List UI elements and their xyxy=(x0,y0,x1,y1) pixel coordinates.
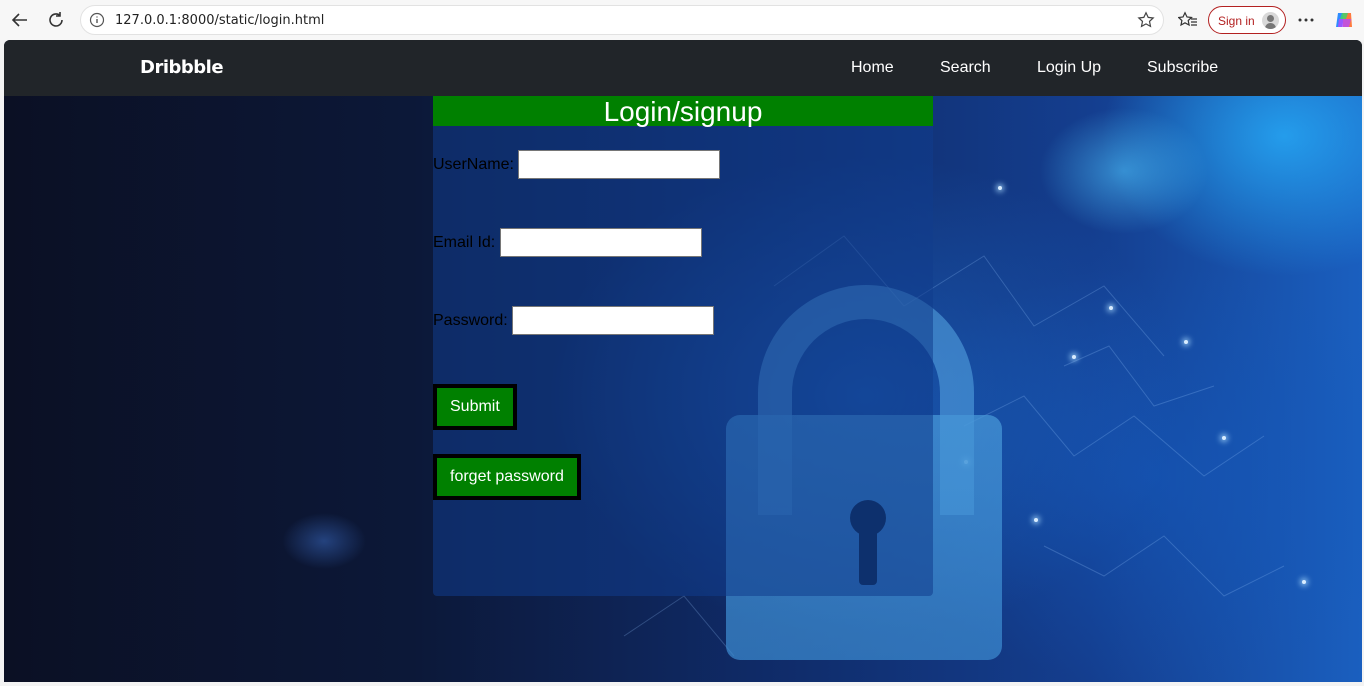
nav-link-subscribe[interactable]: Subscribe xyxy=(1147,59,1218,77)
brand-logo[interactable]: Dribbble xyxy=(140,57,224,78)
sparkle-decoration xyxy=(1184,340,1188,344)
forget-password-button[interactable]: forget password xyxy=(433,454,581,500)
navbar: Dribbble Home Search Login Up Subscribe xyxy=(4,40,1362,96)
email-input[interactable] xyxy=(500,228,702,257)
password-input[interactable] xyxy=(512,306,714,335)
sparkle-decoration xyxy=(1222,436,1226,440)
sparkle-decoration xyxy=(998,186,1002,190)
sparkle-decoration xyxy=(1034,518,1038,522)
sparkle-decoration xyxy=(1109,306,1113,310)
back-arrow-icon[interactable] xyxy=(6,6,34,34)
sparkle-decoration xyxy=(1302,580,1306,584)
submit-button[interactable]: Submit xyxy=(433,384,517,430)
favorites-icon[interactable] xyxy=(1174,6,1202,34)
page-viewport: Dribbble Home Search Login Up Subscribe … xyxy=(4,40,1362,682)
login-title: Login/signup xyxy=(433,96,933,127)
sign-in-label: Sign in xyxy=(1218,14,1255,28)
avatar xyxy=(1262,12,1279,29)
address-bar[interactable]: 127.0.0.1:8000/static/login.html xyxy=(80,5,1164,35)
nav-link-home[interactable]: Home xyxy=(851,59,894,77)
more-icon[interactable] xyxy=(1292,6,1320,34)
password-label: Password: xyxy=(433,312,508,329)
copilot-icon[interactable] xyxy=(1330,6,1358,34)
nav-link-login-up[interactable]: Login Up xyxy=(1037,59,1101,77)
username-label: UserName: xyxy=(433,156,514,173)
url-text[interactable]: 127.0.0.1:8000/static/login.html xyxy=(115,13,324,28)
info-icon[interactable] xyxy=(89,12,105,28)
sign-in-button[interactable]: Sign in xyxy=(1208,6,1286,34)
refresh-icon[interactable] xyxy=(42,6,70,34)
star-icon[interactable] xyxy=(1137,11,1155,34)
username-input[interactable] xyxy=(518,150,720,179)
nav-link-search[interactable]: Search xyxy=(940,59,991,77)
email-label: Email Id: xyxy=(433,234,496,251)
browser-toolbar: 127.0.0.1:8000/static/login.html Sign in xyxy=(0,0,1364,40)
login-panel: Login/signup UserName: Email Id: Passwor… xyxy=(433,96,933,596)
sparkle-decoration xyxy=(1072,355,1076,359)
